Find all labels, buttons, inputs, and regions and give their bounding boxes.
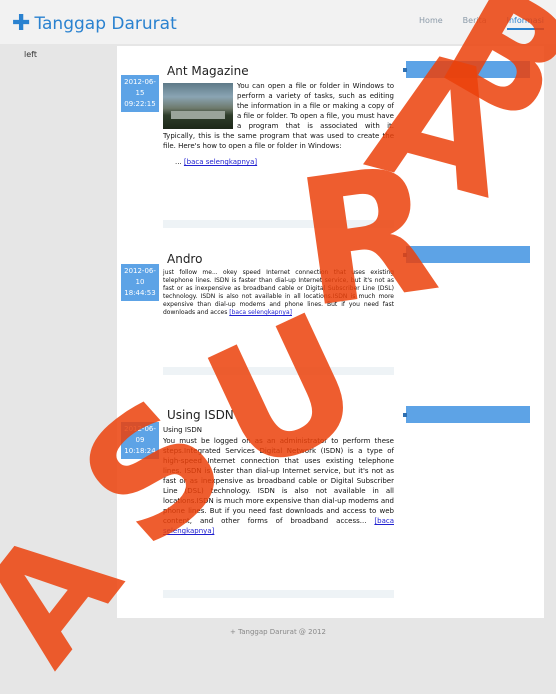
post-time-value: 09:22:15 — [124, 100, 156, 108]
post-readmore-row: ... [baca selengkapnya] — [175, 157, 394, 167]
footer: + Tanggap Darurat @ 2012 — [230, 628, 326, 636]
post-separator — [163, 590, 394, 598]
banner-tail — [403, 413, 407, 417]
post-card: Using ISDN Using ISDN You must be logged… — [163, 408, 394, 536]
post-excerpt: just follow me... okey speed Internet co… — [163, 269, 394, 317]
post-separator — [163, 367, 394, 375]
post-date-value: 2012-06-09 — [124, 425, 156, 444]
logo[interactable]: ✚ Tanggap Darurat — [12, 11, 177, 36]
nav-berita[interactable]: Berita — [463, 16, 487, 30]
thumbnail-detail — [171, 111, 225, 119]
brand-title: Tanggap Darurat — [34, 14, 177, 34]
nav-informasi[interactable]: Informasi — [506, 16, 544, 30]
post-subtitle: Using ISDN — [163, 426, 202, 434]
post-time-value: 18:44:53 — [124, 289, 156, 297]
post-banner — [403, 61, 530, 78]
post-banner — [403, 406, 530, 423]
post-excerpt: You must be logged on as an administrato… — [163, 436, 394, 536]
post-date: 2012-06-10 18:44:53 — [121, 264, 159, 301]
post-title[interactable]: Ant Magazine — [167, 64, 394, 78]
post-title[interactable]: Andro — [167, 252, 394, 266]
post-separator — [163, 220, 394, 228]
post-card: Andro just follow me... okey speed Inter… — [163, 252, 394, 317]
post-date: 2012-06-09 10:18:24 — [121, 422, 159, 459]
header: ✚ Tanggap Darurat Home Berita Informasi — [0, 0, 556, 44]
post-excerpt-text: You must be logged on as an administrato… — [163, 437, 394, 525]
nav-home[interactable]: Home — [419, 16, 443, 30]
left-label: left — [24, 50, 37, 59]
banner-tail — [403, 68, 407, 72]
ellipsis: ... — [175, 158, 182, 166]
post-date-value: 2012-06-10 — [124, 267, 156, 286]
post-date-value: 2012-06-15 — [124, 78, 156, 97]
post-card: Ant Magazine You can open a file or fold… — [163, 64, 394, 167]
banner-tail — [403, 253, 407, 257]
post-title[interactable]: Using ISDN — [167, 408, 394, 422]
read-more-link[interactable]: [baca selengkapnya] — [184, 158, 257, 166]
post-date: 2012-06-15 09:22:15 — [121, 75, 159, 112]
post-banner — [403, 246, 530, 263]
plus-icon: ✚ — [12, 11, 31, 36]
top-nav: Home Berita Informasi — [419, 16, 544, 30]
post-time-value: 10:18:24 — [124, 447, 156, 455]
post-thumbnail — [163, 83, 233, 129]
read-more-link[interactable]: [baca selengkapnya] — [229, 309, 292, 316]
